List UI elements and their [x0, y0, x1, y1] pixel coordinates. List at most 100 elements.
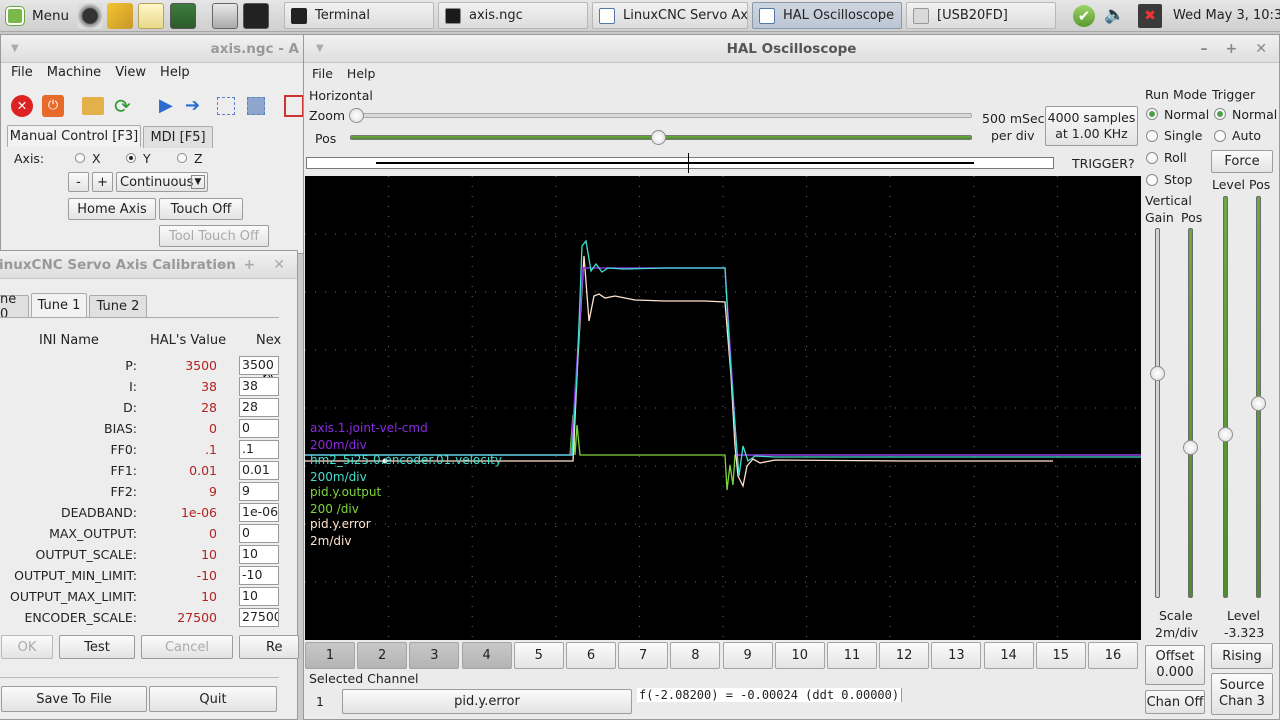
param-next-input[interactable]: 28 [239, 398, 279, 417]
tool-touch-off-button[interactable]: Tool Touch Off [159, 225, 269, 247]
text-editor-icon[interactable] [138, 3, 164, 29]
menu-view[interactable]: View [115, 65, 146, 80]
run-icon[interactable]: ▶ [159, 95, 173, 116]
webcam-icon[interactable] [77, 3, 103, 29]
channel-13-button[interactable]: 13 [931, 642, 982, 669]
trigger-normal-radio[interactable] [1214, 108, 1226, 120]
menu-machine[interactable]: Machine [47, 65, 101, 80]
param-next-input[interactable]: 27500 [239, 608, 279, 627]
channel-10-button[interactable]: 10 [774, 642, 825, 669]
channel-5-button[interactable]: 5 [513, 642, 564, 669]
open-file-icon[interactable] [82, 97, 104, 115]
menu-help[interactable]: Help [347, 66, 376, 81]
update-shield-icon[interactable]: ✔ [1073, 5, 1095, 27]
clock[interactable]: Wed May 3, 10:39 [1173, 8, 1280, 23]
param-next-input[interactable]: 0 [239, 419, 279, 438]
channel-9-button[interactable]: 9 [722, 642, 773, 669]
tab-manual-control[interactable]: Manual Control [F3] [7, 125, 141, 147]
task-axis[interactable]: axis.ngc [438, 2, 588, 29]
trigger-pos-slider-handle[interactable] [1251, 396, 1266, 411]
task-servo-calibration[interactable]: LinuxCNC Servo Ax... [592, 2, 748, 29]
task-usb-folder[interactable]: [USB20FD] [906, 2, 1056, 29]
channel-12-button[interactable]: 12 [879, 642, 930, 669]
zoom-slider-handle[interactable] [349, 108, 364, 123]
channel-14-button[interactable]: 14 [983, 642, 1034, 669]
axis-y-radio[interactable] [126, 153, 136, 163]
run-mode-normal-radio[interactable] [1146, 108, 1158, 120]
trigger-level-slider-handle[interactable] [1218, 427, 1233, 442]
run-mode-stop-radio[interactable] [1146, 174, 1158, 186]
param-next-input[interactable]: 3500 [239, 356, 279, 375]
toggle-icon[interactable] [284, 95, 304, 117]
gimp-icon[interactable] [107, 3, 133, 29]
menu-file[interactable]: File [312, 66, 333, 81]
source-button[interactable]: Source Chan 3 [1211, 673, 1273, 715]
menu-file[interactable]: File [11, 65, 33, 80]
disk-icon[interactable] [212, 3, 238, 29]
param-next-input[interactable]: -10 [239, 566, 279, 585]
estop-icon[interactable]: ✕ [11, 95, 33, 117]
vertical-pos-slider[interactable] [1188, 228, 1193, 598]
step-icon[interactable]: ➔ [185, 95, 200, 116]
channel-1-button[interactable]: 1 [305, 642, 355, 669]
channel-2-button[interactable]: 2 [357, 642, 408, 669]
run-mode-single-radio[interactable] [1146, 130, 1158, 142]
network-disconnected-icon[interactable]: ✖ [1138, 4, 1162, 28]
home-axis-button[interactable]: Home Axis [68, 198, 156, 220]
stop-icon[interactable] [247, 97, 265, 115]
task-hal-oscilloscope[interactable]: HAL Oscilloscope [752, 2, 902, 29]
axis-z-radio[interactable] [177, 153, 187, 163]
gain-slider-handle[interactable] [1150, 366, 1165, 381]
channel-8-button[interactable]: 8 [670, 642, 721, 669]
channel-7-button[interactable]: 7 [618, 642, 669, 669]
menu-help[interactable]: Help [160, 65, 190, 80]
param-next-input[interactable]: 10 [239, 587, 279, 606]
channel-11-button[interactable]: 11 [827, 642, 877, 669]
window-menu-icon[interactable]: ▼ [11, 43, 19, 54]
vertical-pos-slider-handle[interactable] [1183, 440, 1198, 455]
channel-3-button[interactable]: 3 [409, 642, 460, 669]
jog-plus-button[interactable]: + [92, 172, 113, 192]
selected-channel-name-button[interactable]: pid.y.error [342, 689, 632, 714]
param-next-input[interactable]: 38 [239, 377, 279, 396]
axis-x-radio[interactable] [75, 153, 85, 163]
param-next-input[interactable]: 9 [239, 482, 279, 501]
minimize-icon[interactable]: – [1201, 41, 1208, 57]
quit-button[interactable]: Quit [149, 686, 277, 712]
task-terminal[interactable]: Terminal [284, 2, 434, 29]
maximize-icon[interactable]: + [1226, 41, 1238, 57]
chan-off-button[interactable]: Chan Off [1145, 690, 1205, 714]
reload-icon[interactable]: ⟳ [114, 95, 136, 117]
terminal-launcher-icon[interactable] [243, 3, 269, 29]
touch-off-button[interactable]: Touch Off [159, 198, 243, 220]
force-button[interactable]: Force [1211, 150, 1273, 173]
machine-power-icon[interactable]: ⏻ [42, 95, 64, 117]
window-menu-icon[interactable]: ▼ [316, 43, 324, 54]
param-next-input[interactable]: 10 [239, 545, 279, 564]
channel-4-button[interactable]: 4 [461, 642, 512, 669]
param-next-input[interactable]: 1e-06 [239, 503, 279, 522]
tab-mdi[interactable]: MDI [F5] [143, 126, 213, 148]
rising-button[interactable]: Rising [1211, 643, 1273, 669]
channel-16-button[interactable]: 16 [1088, 642, 1138, 669]
channel-15-button[interactable]: 15 [1035, 642, 1086, 669]
trigger-auto-radio[interactable] [1214, 130, 1226, 142]
pause-icon[interactable] [217, 97, 235, 115]
scope-display[interactable]: axis.1.joint-vel-cmd 200m/div hm2_5i25.0.e… [305, 176, 1141, 640]
param-next-input[interactable]: 0 [239, 524, 279, 543]
param-next-input[interactable]: 0.01 [239, 461, 279, 480]
offset-button[interactable]: Offset 0.000 [1145, 645, 1205, 685]
jog-mode-select[interactable]: Continuous ▼ [116, 172, 208, 192]
save-to-file-button[interactable]: Save To File [1, 686, 147, 712]
param-next-input[interactable]: .1 [239, 440, 279, 459]
channel-6-button[interactable]: 6 [566, 642, 616, 669]
close-icon[interactable]: ✕ [1255, 41, 1267, 57]
zoom-slider[interactable] [352, 113, 972, 118]
run-mode-roll-radio[interactable] [1146, 152, 1158, 164]
volume-icon[interactable]: 🔈 [1104, 5, 1125, 25]
gain-slider[interactable] [1155, 228, 1160, 598]
jog-minus-button[interactable]: - [68, 172, 89, 192]
monitor-icon[interactable] [170, 3, 196, 29]
samples-button[interactable]: 4000 samples at 1.00 KHz [1045, 106, 1138, 146]
trigger-level-slider[interactable] [1223, 196, 1228, 598]
